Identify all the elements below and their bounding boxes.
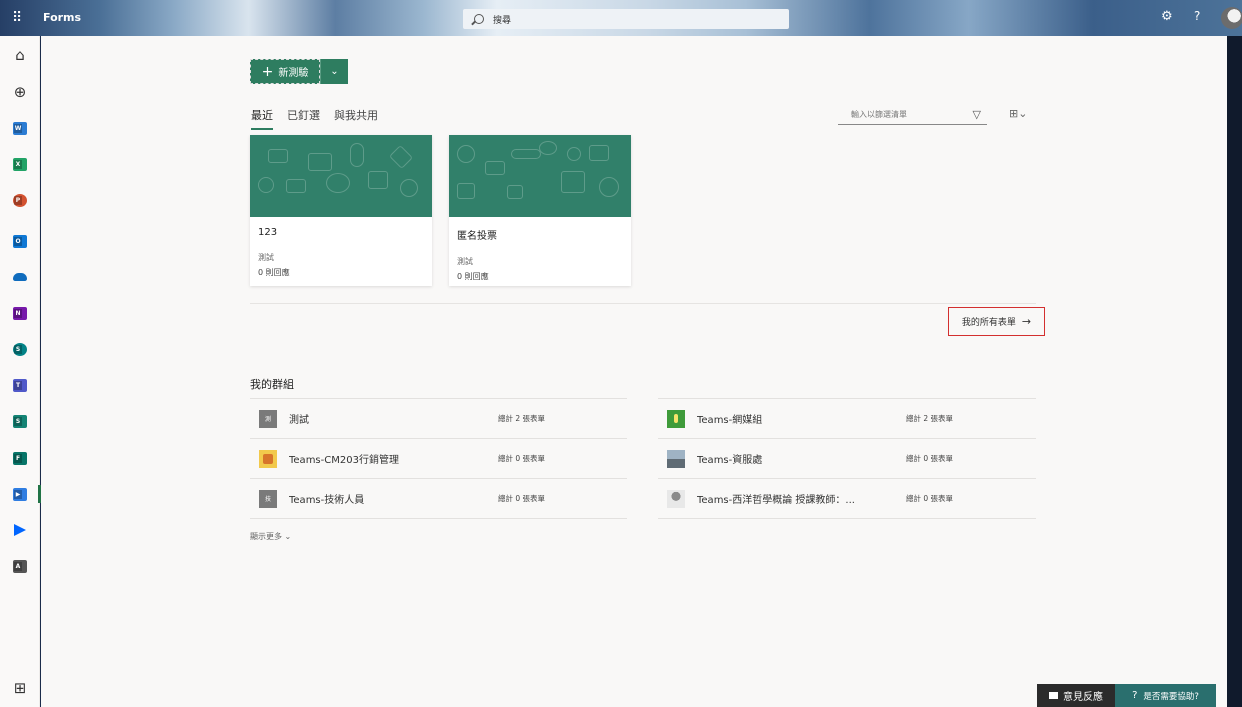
- help-label: 是否需要協助?: [1143, 691, 1199, 702]
- group-row[interactable]: Teams-資服處 總計 0 張表單: [658, 439, 1036, 479]
- help-button[interactable]: ? 是否需要協助?: [1115, 684, 1216, 707]
- group-name: Teams-資服處: [697, 455, 763, 466]
- all-forms-link[interactable]: 我的所有表單 →: [948, 307, 1045, 336]
- forms-icon[interactable]: F: [11, 449, 29, 467]
- app-launcher-icon[interactable]: ⠿: [12, 10, 28, 26]
- stream-icon[interactable]: ▶: [11, 485, 29, 503]
- card-subtitle: 測試: [258, 253, 274, 262]
- search-icon: [474, 14, 484, 24]
- card-banner: [250, 135, 432, 217]
- top-bar: ⠿ Forms 搜尋 ⚙ ?: [0, 0, 1242, 36]
- tab-bar: 最近 已釘選 與我共用: [251, 107, 378, 130]
- teams-icon[interactable]: T: [11, 376, 29, 394]
- onenote-icon[interactable]: N: [11, 304, 29, 322]
- create-icon[interactable]: ⊕: [11, 83, 29, 101]
- power-automate-icon[interactable]: [11, 521, 29, 539]
- show-more-label: 顯示更多: [250, 532, 282, 541]
- card-responses: 0 則回應: [258, 268, 290, 277]
- group-name: Teams-技術人員: [289, 495, 365, 506]
- group-count: 總計 0 張表單: [498, 454, 546, 463]
- group-count: 總計 2 張表單: [498, 414, 546, 423]
- chevron-down-icon[interactable]: ⌄: [320, 59, 348, 84]
- filter-icon[interactable]: ▽: [973, 108, 981, 121]
- new-quiz-label: 新測驗: [278, 68, 309, 79]
- all-apps-icon[interactable]: ⊞: [11, 679, 29, 697]
- form-card[interactable]: 匿名投票 測試 0 則回應: [449, 135, 631, 286]
- group-avatar: [259, 449, 277, 468]
- search-box[interactable]: 搜尋: [463, 9, 789, 29]
- avatar[interactable]: [1221, 7, 1242, 29]
- group-avatar: [667, 489, 685, 508]
- comment-icon: [1049, 692, 1058, 699]
- question-icon: ?: [1132, 690, 1138, 701]
- view-toggle-icon[interactable]: ⊞⌄: [1009, 107, 1027, 120]
- filter-input[interactable]: 輸入以篩選清單 ▽: [838, 105, 987, 125]
- group-avatar: 技: [259, 489, 277, 508]
- new-quiz-label-box[interactable]: + 新測驗: [250, 59, 320, 84]
- group-count: 總計 0 張表單: [498, 494, 546, 503]
- feedback-label: 意見反應: [1063, 692, 1103, 703]
- plus-icon: +: [261, 63, 274, 80]
- settings-gear-icon[interactable]: ⚙: [1161, 10, 1175, 24]
- group-count: 總計 2 張表單: [906, 414, 954, 423]
- group-name: Teams-西洋哲學概論 授課教師：...: [697, 495, 855, 506]
- form-card[interactable]: 123 測試 0 則回應: [250, 135, 432, 286]
- group-avatar: 測: [259, 409, 277, 428]
- tab-recent[interactable]: 最近: [251, 107, 273, 130]
- app-rail: ⌂ ⊕ W X P O N S T S F ▶ A ⊞: [0, 36, 41, 707]
- group-row[interactable]: Teams-CM203行銷管理 總計 0 張表單: [250, 439, 627, 479]
- home-icon[interactable]: ⌂: [11, 46, 29, 64]
- help-icon[interactable]: ?: [1194, 9, 1200, 23]
- group-avatar: [667, 409, 685, 428]
- card-subtitle: 測試: [457, 257, 473, 266]
- group-row[interactable]: 測 測試 總計 2 張表單: [250, 399, 627, 439]
- group-name: Teams-網媒組: [697, 415, 763, 426]
- sway-icon[interactable]: S: [11, 412, 29, 430]
- search-placeholder: 搜尋: [493, 15, 512, 26]
- tab-pinned[interactable]: 已釘選: [287, 107, 320, 130]
- card-banner: [449, 135, 631, 217]
- card-title: 123: [258, 227, 278, 238]
- tab-shared[interactable]: 與我共用: [334, 107, 378, 130]
- section-divider: [250, 303, 1036, 304]
- filter-placeholder: 輸入以篩選清單: [851, 110, 907, 119]
- group-name: Teams-CM203行銷管理: [289, 455, 399, 466]
- excel-icon[interactable]: X: [11, 155, 29, 173]
- sharepoint-icon[interactable]: S: [11, 340, 29, 358]
- group-count: 總計 0 張表單: [906, 454, 954, 463]
- all-forms-label: 我的所有表單: [961, 318, 1016, 328]
- main-content: + 新測驗 ⌄ 最近 已釘選 與我共用 輸入以篩選清單 ▽ ⊞⌄ 123 測試 0…: [41, 36, 1227, 707]
- group-row[interactable]: Teams-網媒組 總計 2 張表單: [658, 399, 1036, 439]
- office-icon[interactable]: A: [11, 557, 29, 575]
- show-more-link[interactable]: 顯示更多 ⌄: [250, 531, 291, 542]
- arrow-right-icon: →: [1021, 315, 1032, 328]
- chevron-down-icon: ⌄: [284, 532, 292, 541]
- group-count: 總計 0 張表單: [906, 494, 954, 503]
- card-title: 匿名投票: [457, 231, 497, 242]
- word-icon[interactable]: W: [11, 119, 29, 137]
- groups-heading: 我的群組: [250, 378, 294, 391]
- window-edge: [1227, 36, 1242, 707]
- group-row[interactable]: 技 Teams-技術人員 總計 0 張表單: [250, 479, 627, 519]
- card-responses: 0 則回應: [457, 272, 489, 281]
- outlook-icon[interactable]: O: [11, 232, 29, 250]
- group-name: 測試: [289, 415, 309, 426]
- onedrive-icon[interactable]: [11, 268, 29, 286]
- group-row[interactable]: Teams-西洋哲學概論 授課教師：... 總計 0 張表單: [658, 479, 1036, 519]
- group-avatar: [667, 449, 685, 468]
- app-name[interactable]: Forms: [43, 11, 81, 24]
- powerpoint-icon[interactable]: P: [11, 191, 29, 209]
- feedback-button[interactable]: 意見反應: [1037, 684, 1115, 707]
- new-quiz-button[interactable]: + 新測驗 ⌄: [250, 59, 348, 84]
